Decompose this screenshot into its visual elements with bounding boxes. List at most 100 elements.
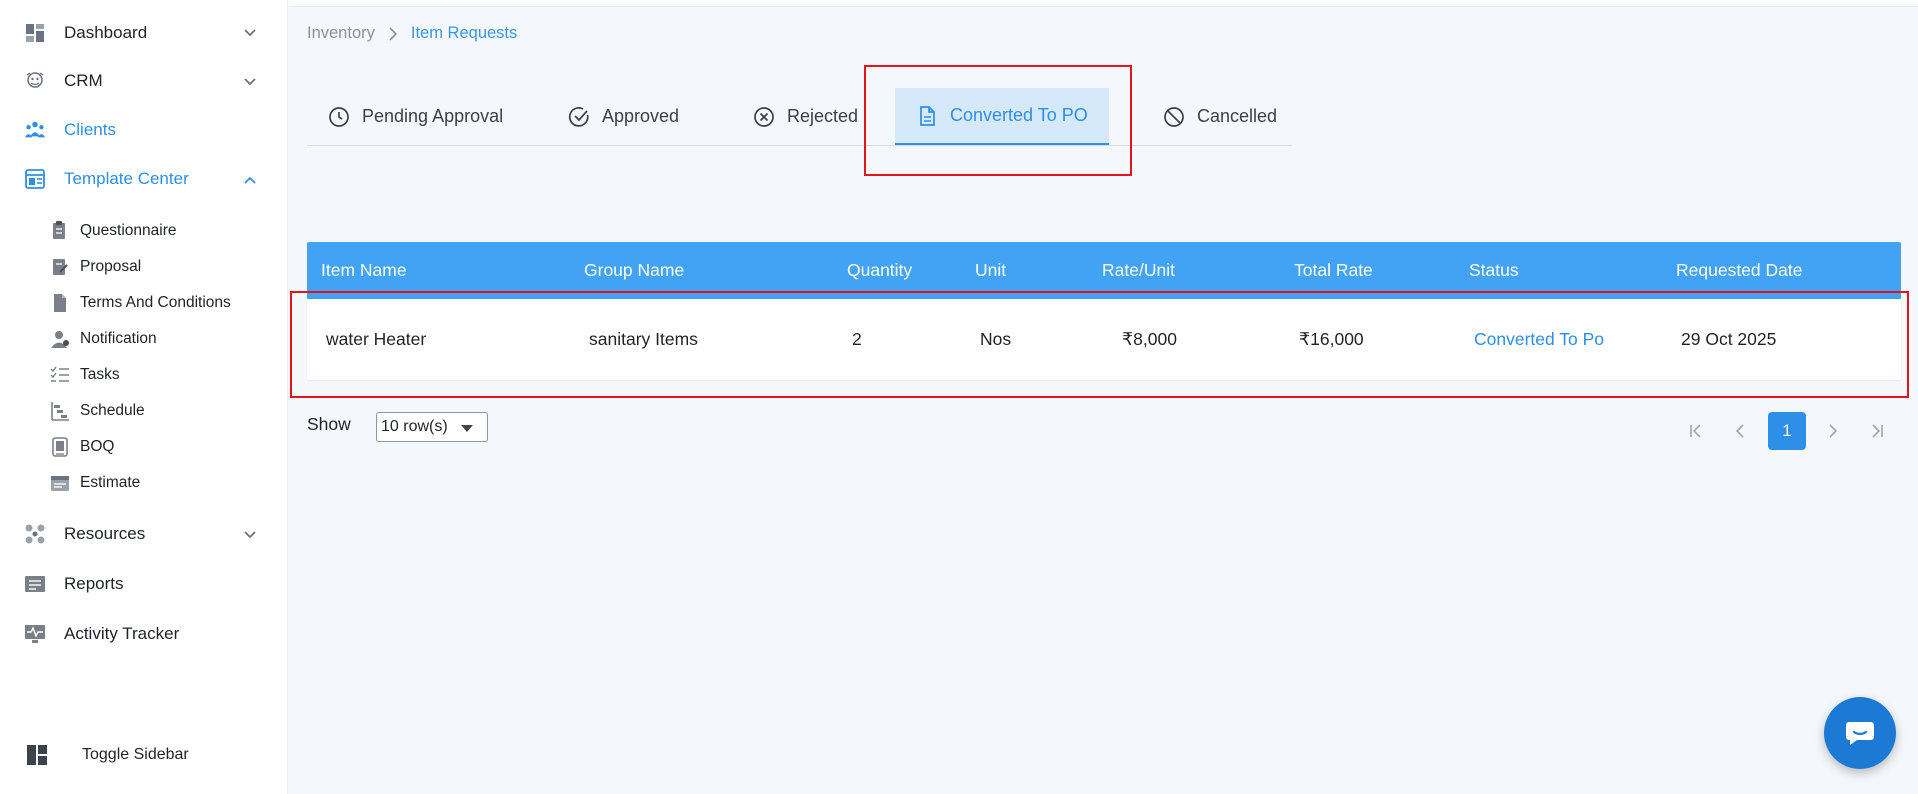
sidebar-item-label: Clients (64, 120, 116, 139)
tab-label: Approved (602, 106, 680, 126)
proposal-icon (50, 257, 70, 277)
cell-requested-date: 29 Oct 2025 (1681, 329, 1777, 349)
sidebar-item-label: Activity Tracker (64, 624, 180, 643)
check-circle-icon (568, 106, 590, 128)
cell-total-rate: ₹16,000 (1299, 329, 1364, 349)
chat-button[interactable] (1824, 697, 1896, 769)
sidebar-item-label: Reports (64, 574, 124, 593)
chevron-left-icon (1735, 424, 1744, 438)
tab-pending-approval[interactable]: Pending Approval (307, 88, 524, 145)
column-header-quantity[interactable]: Quantity (847, 260, 912, 281)
column-header-group-name[interactable]: Group Name (584, 260, 684, 281)
sidebar-subitem-schedule[interactable]: Schedule (50, 399, 145, 423)
sidebar-item-dashboard[interactable]: Dashboard (24, 19, 147, 47)
tab-approved[interactable]: Approved (547, 88, 700, 145)
item-requests-table: Item Name Group Name Quantity Unit Rate/… (307, 242, 1901, 380)
breadcrumb: Inventory Item Requests (307, 24, 517, 43)
clock-icon (328, 106, 350, 128)
tab-label: Pending Approval (362, 106, 504, 126)
status-tabs: Pending Approval Approved Rejected Conve… (307, 88, 1292, 146)
layout-icon (26, 744, 48, 766)
last-page-button[interactable] (1858, 412, 1896, 450)
cell-group-name: sanitary Items (589, 329, 698, 349)
column-header-unit[interactable]: Unit (975, 260, 1006, 281)
column-header-rate-unit[interactable]: Rate/Unit (1102, 260, 1175, 281)
reports-icon (24, 573, 46, 595)
sidebar-item-resources[interactable]: Resources (24, 520, 145, 548)
previous-page-button[interactable] (1722, 412, 1760, 450)
cell-unit: Nos (980, 329, 1012, 349)
sidebar-item-crm[interactable]: CRM (24, 67, 103, 95)
column-header-status[interactable]: Status (1469, 260, 1519, 281)
sidebar-subitem-label: Proposal (80, 258, 142, 275)
estimate-icon (50, 473, 70, 493)
breadcrumb-inventory[interactable]: Inventory (307, 24, 375, 43)
schedule-icon (50, 401, 70, 421)
user-icon (50, 329, 70, 349)
sidebar-subitem-terms[interactable]: Terms And Conditions (50, 291, 231, 315)
tab-label: Rejected (787, 106, 859, 126)
sidebar: Dashboard CRM Clients Template Center Qu… (0, 0, 288, 794)
sidebar-subitem-estimate[interactable]: Estimate (50, 471, 140, 495)
chevron-right-icon (389, 26, 398, 41)
tab-converted-to-po[interactable]: Converted To PO (895, 88, 1109, 145)
chevron-right-icon (1829, 424, 1838, 438)
first-page-button[interactable] (1677, 412, 1715, 450)
tab-rejected[interactable]: Rejected (732, 88, 879, 145)
show-label: Show (307, 414, 351, 434)
sidebar-subitem-label: Questionnaire (80, 222, 177, 239)
toggle-sidebar-button[interactable]: Toggle Sidebar (26, 744, 189, 766)
chevron-down-icon[interactable] (243, 26, 257, 40)
tasks-icon (50, 365, 70, 385)
activity-icon (24, 623, 46, 645)
caret-down-icon (461, 425, 473, 432)
sidebar-item-template-center[interactable]: Template Center (24, 165, 189, 193)
chevron-up-icon[interactable] (243, 173, 257, 187)
table-row[interactable]: water Heater sanitary Items 2 Nos ₹8,000… (307, 299, 1901, 380)
sidebar-subitem-tasks[interactable]: Tasks (50, 363, 120, 387)
ban-icon (1163, 106, 1185, 128)
toggle-sidebar-label: Toggle Sidebar (82, 746, 189, 763)
first-page-icon (1690, 424, 1701, 438)
sidebar-subitem-proposal[interactable]: Proposal (50, 255, 141, 279)
sidebar-item-label: Resources (64, 524, 146, 543)
column-header-requested-date[interactable]: Requested Date (1676, 260, 1802, 281)
breadcrumb-item-requests[interactable]: Item Requests (411, 24, 517, 43)
chat-icon (1846, 722, 1874, 745)
sidebar-item-reports[interactable]: Reports (24, 570, 124, 598)
rows-per-page-select[interactable]: 10 row(s) (376, 412, 488, 442)
tab-label: Cancelled (1197, 106, 1278, 126)
resources-icon (24, 523, 46, 545)
column-header-item-name[interactable]: Item Name (321, 260, 407, 281)
sidebar-item-label: Template Center (64, 169, 189, 188)
sidebar-item-label: Dashboard (64, 23, 148, 42)
boq-icon (50, 437, 70, 457)
chevron-down-icon[interactable] (243, 528, 257, 542)
crm-icon (24, 70, 46, 92)
rows-per-page-value: 10 row(s) (381, 418, 448, 435)
sidebar-item-label: CRM (64, 71, 103, 90)
cell-quantity: 2 (852, 329, 862, 349)
document-icon (50, 293, 70, 313)
sidebar-subitem-label: Estimate (80, 474, 141, 491)
top-bar (289, 0, 1918, 7)
sidebar-subitem-questionnaire[interactable]: Questionnaire (50, 219, 177, 243)
sidebar-subitem-boq[interactable]: BOQ (50, 435, 114, 459)
page-button-current[interactable]: 1 (1768, 412, 1806, 450)
tab-label: Converted To PO (950, 105, 1088, 125)
dashboard-icon (24, 22, 46, 44)
tab-cancelled[interactable]: Cancelled (1142, 88, 1298, 145)
column-header-total-rate[interactable]: Total Rate (1294, 260, 1373, 281)
sidebar-subitem-label: Tasks (80, 366, 120, 383)
cell-rate-unit: ₹8,000 (1122, 329, 1177, 349)
sidebar-subitem-notification[interactable]: Notification (50, 327, 157, 351)
next-page-button[interactable] (1813, 412, 1851, 450)
chevron-down-icon[interactable] (243, 75, 257, 89)
sidebar-item-activity-tracker[interactable]: Activity Tracker (24, 620, 179, 648)
sidebar-item-clients[interactable]: Clients (24, 116, 116, 144)
clients-icon (24, 119, 46, 141)
template-icon (24, 168, 46, 190)
questionnaire-icon (50, 221, 70, 241)
cell-status[interactable]: Converted To Po (1474, 329, 1604, 350)
table-header: Item Name Group Name Quantity Unit Rate/… (307, 242, 1901, 299)
